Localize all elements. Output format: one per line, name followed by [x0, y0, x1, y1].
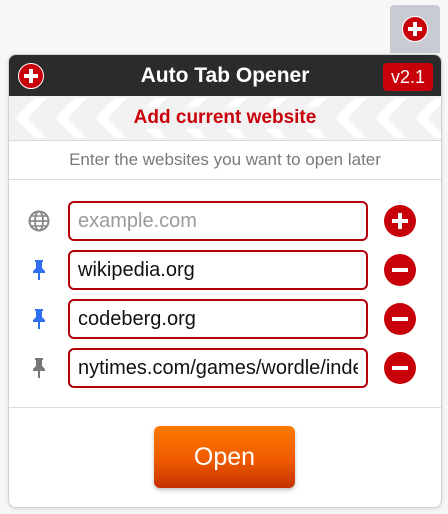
site-row	[9, 348, 441, 388]
pin-icon	[33, 358, 45, 378]
instructions-text: Enter the websites you want to open late…	[9, 140, 441, 180]
site-url-input[interactable]	[68, 348, 368, 388]
remove-site-button[interactable]	[384, 352, 416, 384]
remove-site-button[interactable]	[384, 254, 416, 286]
remove-site-button[interactable]	[384, 303, 416, 335]
app-title: Auto Tab Opener	[140, 63, 310, 87]
site-url-input[interactable]	[68, 201, 368, 241]
globe-icon	[28, 210, 50, 232]
pin-icon	[33, 260, 45, 280]
site-row	[9, 250, 441, 290]
site-row	[9, 299, 441, 339]
plus-circle-icon	[402, 16, 428, 42]
plus-circle-icon	[18, 63, 44, 89]
add-current-website-label: Add current website	[127, 107, 323, 129]
version-badge: v2.1	[382, 63, 433, 91]
popup-header: Auto Tab Opener v2.1	[9, 55, 441, 96]
site-url-input[interactable]	[68, 250, 368, 290]
add-site-button[interactable]	[384, 205, 416, 237]
add-current-website-button[interactable]: Add current website	[9, 96, 441, 140]
pin-icon	[33, 309, 45, 329]
toolbar-extension-button[interactable]	[390, 5, 440, 53]
site-row	[9, 201, 441, 241]
site-url-input[interactable]	[68, 299, 368, 339]
divider	[9, 407, 441, 408]
extension-popup: Auto Tab Opener v2.1 Add current website…	[8, 54, 442, 508]
open-button[interactable]: Open	[154, 426, 295, 488]
